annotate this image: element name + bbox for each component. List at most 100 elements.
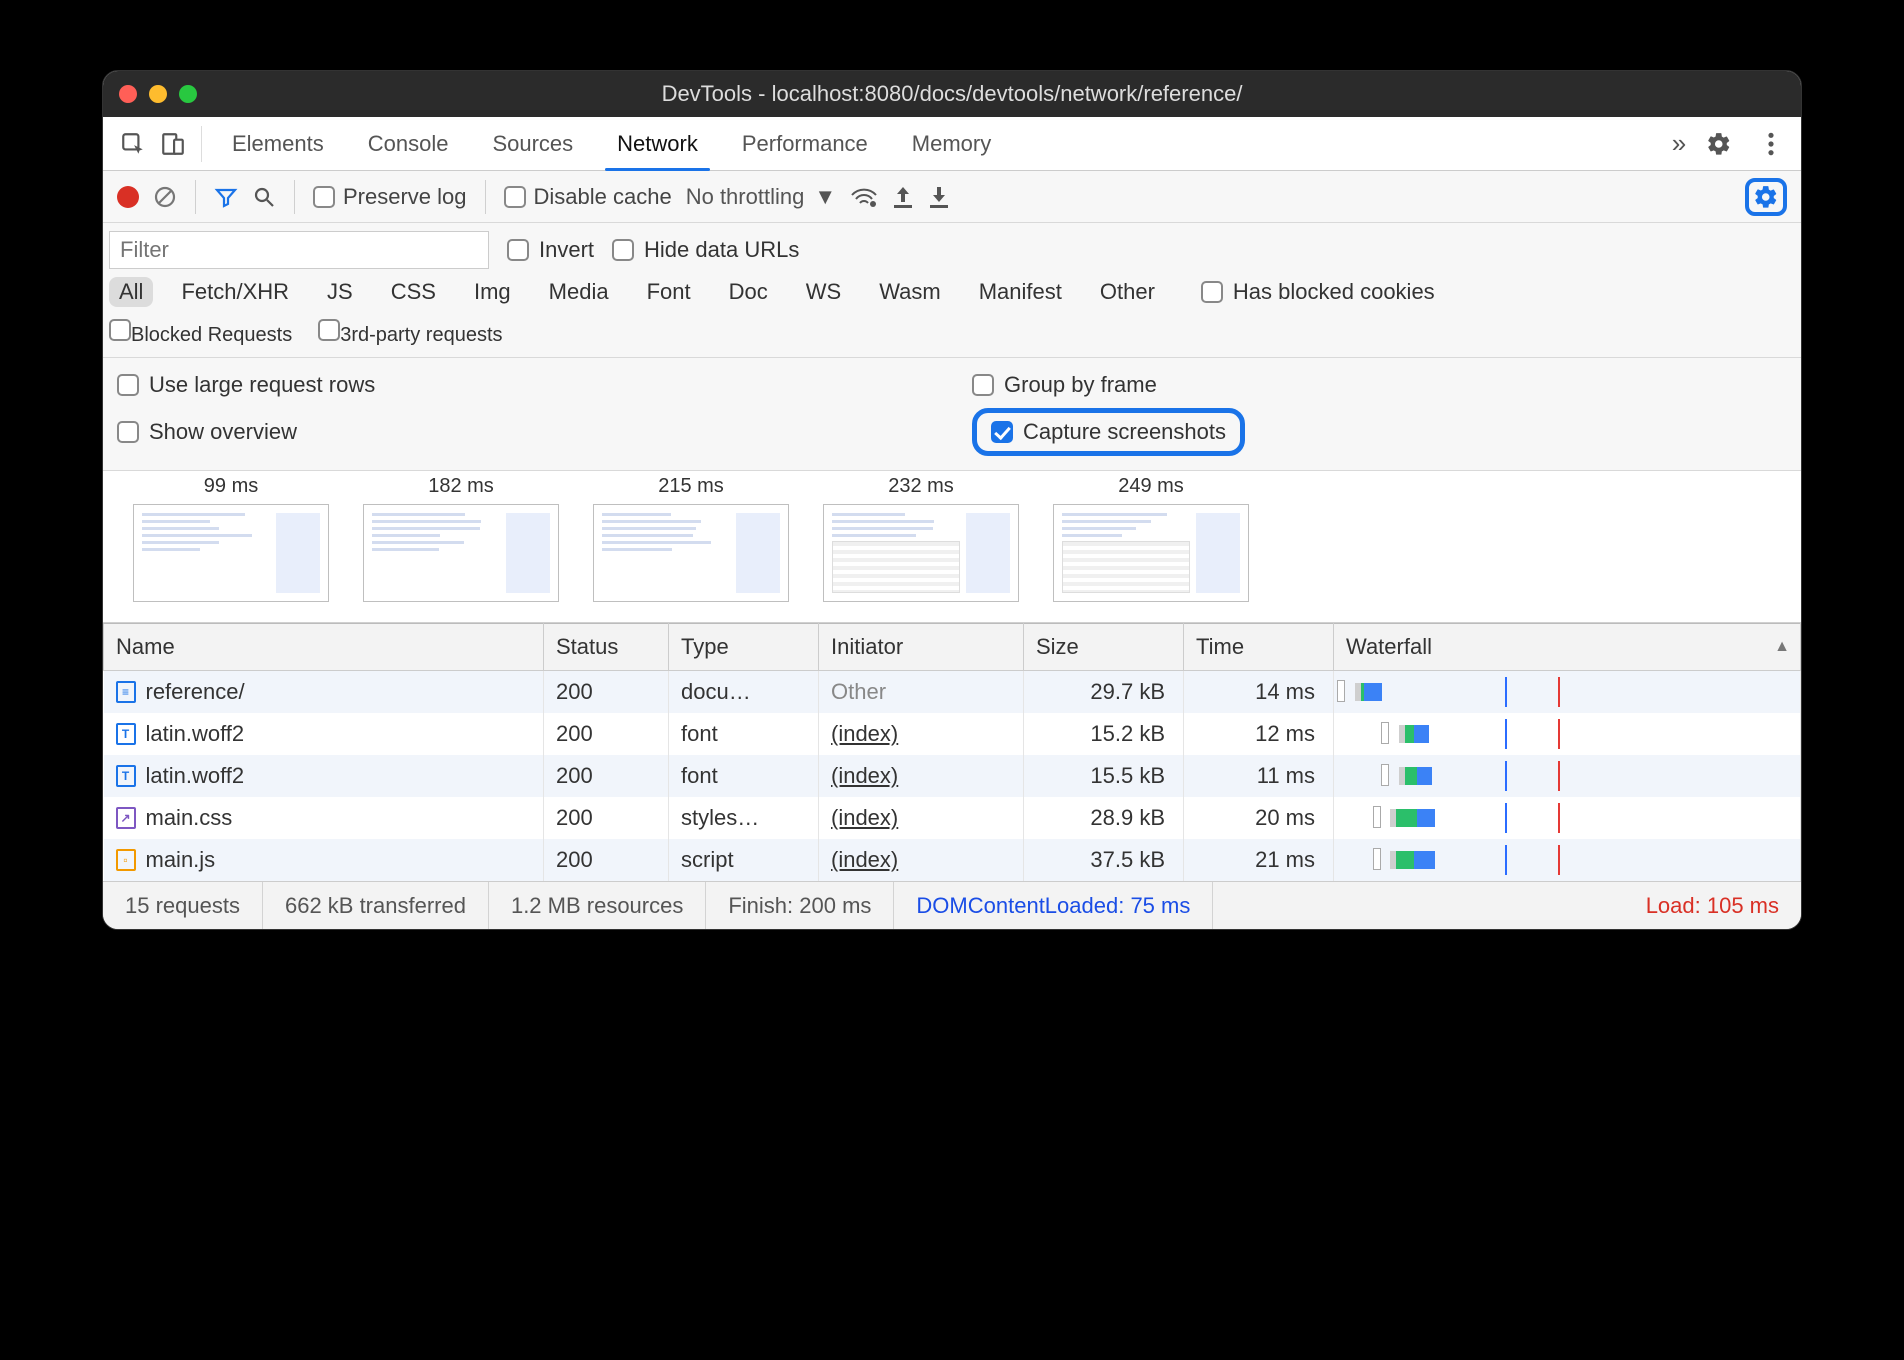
table-row[interactable]: Tlatin.woff2200font(index)15.5 kB11 ms bbox=[104, 755, 1801, 797]
group-by-frame-checkbox[interactable]: Group by frame bbox=[972, 372, 1787, 398]
filmstrip-frame[interactable]: 249 ms bbox=[1053, 475, 1249, 602]
capture-screenshots-highlighted: Capture screenshots bbox=[972, 408, 1245, 456]
col-initiator[interactable]: Initiator bbox=[819, 624, 1024, 671]
network-settings-panel: Use large request rows Group by frame Sh… bbox=[103, 358, 1801, 471]
capture-screenshots-label: Capture screenshots bbox=[1023, 419, 1226, 445]
has-blocked-cookies-checkbox[interactable]: Has blocked cookies bbox=[1201, 279, 1435, 305]
panel-tabs-row: ElementsConsoleSourcesNetworkPerformance… bbox=[103, 117, 1801, 171]
large-rows-label: Use large request rows bbox=[149, 372, 375, 398]
time-cell: 21 ms bbox=[1184, 839, 1334, 881]
export-har-icon[interactable] bbox=[928, 185, 950, 209]
type-filter-wasm[interactable]: Wasm bbox=[869, 277, 951, 307]
show-overview-checkbox[interactable]: Show overview bbox=[117, 408, 932, 456]
disable-cache-label: Disable cache bbox=[534, 184, 672, 210]
import-har-icon[interactable] bbox=[892, 185, 914, 209]
status-cell: 200 bbox=[544, 755, 669, 797]
device-toolbar-icon[interactable] bbox=[153, 124, 193, 164]
window-controls bbox=[119, 85, 197, 103]
filmstrip-frame[interactable]: 232 ms bbox=[823, 475, 1019, 602]
group-by-frame-label: Group by frame bbox=[1004, 372, 1157, 398]
type-filter-all[interactable]: All bbox=[109, 277, 153, 307]
filter-input[interactable] bbox=[109, 231, 489, 269]
clear-icon[interactable] bbox=[153, 185, 177, 209]
col-waterfall[interactable]: Waterfall▲ bbox=[1334, 624, 1801, 671]
table-row[interactable]: Tlatin.woff2200font(index)15.2 kB12 ms bbox=[104, 713, 1801, 755]
disable-cache-checkbox[interactable]: Disable cache bbox=[504, 184, 672, 210]
waterfall-cell bbox=[1334, 839, 1801, 881]
size-cell: 15.2 kB bbox=[1024, 713, 1184, 755]
tab-elements[interactable]: Elements bbox=[210, 117, 346, 170]
minimize-window-button[interactable] bbox=[149, 85, 167, 103]
type-filter-manifest[interactable]: Manifest bbox=[969, 277, 1072, 307]
invert-checkbox[interactable]: Invert bbox=[507, 237, 594, 263]
search-icon[interactable] bbox=[252, 185, 276, 209]
filmstrip-frame[interactable]: 99 ms bbox=[133, 475, 329, 602]
type-filter-css[interactable]: CSS bbox=[381, 277, 446, 307]
col-type[interactable]: Type bbox=[669, 624, 819, 671]
col-size[interactable]: Size bbox=[1024, 624, 1184, 671]
tab-console[interactable]: Console bbox=[346, 117, 471, 170]
network-settings-highlighted[interactable] bbox=[1745, 178, 1787, 216]
type-filter-doc[interactable]: Doc bbox=[719, 277, 778, 307]
third-party-checkbox[interactable]: 3rd-party requests bbox=[318, 319, 502, 347]
table-row[interactable]: ▫main.js200script(index)37.5 kB21 ms bbox=[104, 839, 1801, 881]
sort-asc-icon: ▲ bbox=[1774, 638, 1790, 656]
table-row[interactable]: ↗main.css200styles…(index)28.9 kB20 ms bbox=[104, 797, 1801, 839]
tab-network[interactable]: Network bbox=[595, 117, 720, 170]
type-filter-media[interactable]: Media bbox=[539, 277, 619, 307]
time-cell: 14 ms bbox=[1184, 671, 1334, 714]
type-cell: script bbox=[669, 839, 819, 881]
initiator-cell[interactable]: (index) bbox=[819, 755, 1024, 797]
initiator-cell[interactable]: (index) bbox=[819, 839, 1024, 881]
inspect-element-icon[interactable] bbox=[113, 124, 153, 164]
request-flags-row: Blocked Requests 3rd-party requests bbox=[103, 315, 1801, 358]
col-status[interactable]: Status bbox=[544, 624, 669, 671]
col-time[interactable]: Time bbox=[1184, 624, 1334, 671]
record-button[interactable] bbox=[117, 186, 139, 208]
table-row[interactable]: ≡reference/200docu…Other29.7 kB14 ms bbox=[104, 671, 1801, 714]
type-filter-ws[interactable]: WS bbox=[796, 277, 851, 307]
type-cell: styles… bbox=[669, 797, 819, 839]
tab-memory[interactable]: Memory bbox=[890, 117, 1013, 170]
tab-sources[interactable]: Sources bbox=[470, 117, 595, 170]
kebab-menu-icon[interactable] bbox=[1751, 124, 1791, 164]
status-resources: 1.2 MB resources bbox=[489, 882, 706, 929]
initiator-cell: Other bbox=[819, 671, 1024, 714]
network-conditions-icon[interactable] bbox=[850, 185, 878, 209]
filmstrip-timestamp: 99 ms bbox=[204, 475, 258, 498]
filmstrip-timestamp: 182 ms bbox=[428, 475, 494, 498]
filmstrip-frame[interactable]: 182 ms bbox=[363, 475, 559, 602]
large-rows-checkbox[interactable]: Use large request rows bbox=[117, 372, 932, 398]
type-filter-fetch-xhr[interactable]: Fetch/XHR bbox=[171, 277, 299, 307]
maximize-window-button[interactable] bbox=[179, 85, 197, 103]
hide-data-urls-label: Hide data URLs bbox=[644, 237, 799, 263]
tab-performance[interactable]: Performance bbox=[720, 117, 890, 170]
font-file-icon: T bbox=[116, 765, 136, 787]
throttling-select[interactable]: No throttling ▼ bbox=[686, 184, 836, 210]
filter-funnel-icon[interactable] bbox=[214, 185, 238, 209]
font-file-icon: T bbox=[116, 723, 136, 745]
type-filter-font[interactable]: Font bbox=[637, 277, 701, 307]
initiator-cell[interactable]: (index) bbox=[819, 713, 1024, 755]
time-cell: 20 ms bbox=[1184, 797, 1334, 839]
preserve-log-checkbox[interactable]: Preserve log bbox=[313, 184, 467, 210]
col-name[interactable]: Name bbox=[104, 624, 544, 671]
more-tabs-icon[interactable]: » bbox=[1659, 124, 1699, 164]
waterfall-cell bbox=[1334, 755, 1801, 797]
type-filter-img[interactable]: Img bbox=[464, 277, 521, 307]
blocked-requests-label: Blocked Requests bbox=[131, 324, 292, 346]
capture-screenshots-checkbox[interactable]: Capture screenshots bbox=[991, 419, 1226, 445]
type-filter-js[interactable]: JS bbox=[317, 277, 363, 307]
status-load: Load: 105 ms bbox=[1624, 882, 1801, 929]
hide-data-urls-checkbox[interactable]: Hide data URLs bbox=[612, 237, 799, 263]
type-filter-other[interactable]: Other bbox=[1090, 277, 1165, 307]
type-cell: font bbox=[669, 755, 819, 797]
filmstrip-frame[interactable]: 215 ms bbox=[593, 475, 789, 602]
initiator-cell[interactable]: (index) bbox=[819, 797, 1024, 839]
size-cell: 15.5 kB bbox=[1024, 755, 1184, 797]
blocked-requests-checkbox[interactable]: Blocked Requests bbox=[109, 319, 292, 347]
request-name: latin.woff2 bbox=[146, 721, 245, 747]
close-window-button[interactable] bbox=[119, 85, 137, 103]
status-requests: 15 requests bbox=[103, 882, 263, 929]
settings-gear-icon[interactable] bbox=[1699, 124, 1739, 164]
